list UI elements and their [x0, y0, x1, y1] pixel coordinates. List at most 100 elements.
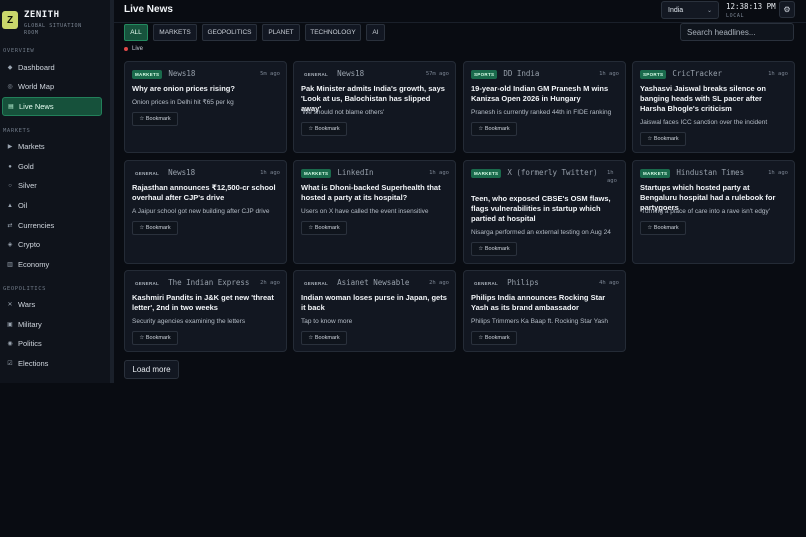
bookmark-button[interactable]: ☆ Bookmark: [301, 122, 347, 136]
sidebar-item-economy[interactable]: ▥ Economy: [2, 256, 102, 273]
news-card[interactable]: MARKETS LinkedIn 1h ago What is Dhoni-back…: [293, 160, 456, 264]
sidebar-item-crypto[interactable]: ◈ Crypto: [2, 236, 102, 253]
card-headline[interactable]: Teen, who exposed CBSE's OSM flaws, flag…: [471, 194, 619, 224]
bookmark-button[interactable]: ☆ Bookmark: [471, 242, 517, 256]
country-select[interactable]: India ⌄: [661, 1, 719, 19]
card-summary: 'Turning a place of care into a rave isn…: [640, 208, 770, 215]
chart-icon: ▶: [7, 144, 13, 150]
bookmark-button[interactable]: ☆ Bookmark: [132, 221, 178, 235]
card-time: 4h ago: [599, 280, 619, 286]
sidebar-scrollbar[interactable]: [110, 0, 114, 383]
tab-markets[interactable]: MARKETS: [153, 24, 197, 41]
news-card[interactable]: MARKETS News18 5m ago Why are onion prices…: [124, 61, 287, 153]
sidebar-item-politics[interactable]: ◉ Politics: [2, 335, 102, 352]
bookmark-button[interactable]: ☆ Bookmark: [471, 122, 517, 136]
card-headline[interactable]: Rajasthan announces ₹12,500-cr school ov…: [132, 183, 280, 203]
bookmark-button[interactable]: ☆ Bookmark: [640, 221, 686, 235]
clock-zone: LOCAL: [726, 13, 745, 19]
category-badge: MARKETS: [640, 169, 671, 178]
sidebar-item-wars[interactable]: ✕ Wars: [2, 296, 102, 313]
sidebar-item-markets[interactable]: ▶ Markets: [2, 138, 102, 155]
news-card[interactable]: MARKETS X (formerly Twitter) 1h ago Teen, …: [463, 160, 626, 264]
dashboard-icon: ◆: [7, 65, 13, 71]
card-headline[interactable]: Indian woman loses purse in Japan, gets …: [301, 293, 449, 313]
tab-ai[interactable]: AI: [366, 24, 385, 41]
news-card[interactable]: GENERAL News18 57m ago Pak Minister admits…: [293, 61, 456, 153]
tab-all[interactable]: ALL: [124, 24, 148, 41]
card-summary: A Jaipur school got new building after C…: [132, 208, 270, 215]
settings-button[interactable]: ⚙: [779, 1, 795, 18]
search-input[interactable]: [680, 23, 794, 41]
card-time: 1h ago: [607, 170, 617, 184]
live-dot-icon: [124, 47, 128, 51]
card-summary: Security agencies examining the letters: [132, 318, 246, 325]
sidebar-item-label: Dashboard: [18, 63, 55, 72]
card-headline[interactable]: Yashasvi Jaiswal breaks silence on bangi…: [640, 84, 788, 114]
category-badge: GENERAL: [135, 281, 160, 286]
app-window: Z ZENITH GLOBAL SITUATION ROOM OVERVIEW …: [0, 0, 806, 537]
bookmark-button[interactable]: ☆ Bookmark: [132, 331, 178, 345]
card-time: 1h ago: [260, 170, 280, 176]
news-card[interactable]: GENERAL Asianet Newsable 2h ago Indian wom…: [293, 270, 456, 352]
news-card[interactable]: MARKETS Hindustan Times 1h ago Startups wh…: [632, 160, 795, 264]
card-time: 2h ago: [260, 280, 280, 286]
sidebar-item-oil[interactable]: ▲ Oil: [2, 197, 102, 214]
card-headline[interactable]: Why are onion prices rising?: [132, 84, 280, 94]
tab-technology[interactable]: TECHNOLOGY: [305, 24, 361, 41]
news-card[interactable]: GENERAL News18 1h ago Rajasthan announces …: [124, 160, 287, 264]
tab-geopolitics[interactable]: GEOPOLITICS: [202, 24, 257, 41]
sidebar-item-label: Wars: [18, 300, 36, 309]
card-time: 1h ago: [429, 170, 449, 176]
bookmark-button[interactable]: ☆ Bookmark: [301, 331, 347, 345]
card-source: CricTracker: [672, 69, 722, 78]
bookmark-button[interactable]: ☆ Bookmark: [640, 132, 686, 146]
sidebar-item-label: Elections: [18, 359, 49, 368]
sidebar-item-silver[interactable]: ○ Silver: [2, 177, 102, 194]
card-source: Philips: [507, 278, 539, 287]
sidebar-item-world-map[interactable]: ◎ World Map: [2, 78, 102, 95]
category-badge: SPORTS: [640, 70, 667, 79]
card-summary: Pranesh is currently ranked 44th in FIDE…: [471, 109, 612, 116]
sidebar-item-label: Markets: [18, 142, 45, 151]
card-headline[interactable]: Philips India announces Rocking Star Yas…: [471, 293, 619, 313]
card-source: News18: [168, 69, 196, 78]
sidebar-item-label: World Map: [18, 82, 55, 91]
news-card[interactable]: GENERAL Philips 4h ago Philips India annou…: [463, 270, 626, 352]
sidebar-item-label: Military: [18, 320, 42, 329]
sidebar-item-gold[interactable]: ● Gold: [2, 158, 102, 175]
card-source: DD India: [503, 69, 540, 78]
sidebar-item-elections[interactable]: ☑ Elections: [2, 355, 102, 372]
card-source: Hindustan Times: [676, 168, 745, 177]
gold-icon: ●: [8, 163, 12, 170]
card-source: LinkedIn: [337, 168, 374, 177]
brand-subtitle: GLOBAL SITUATION ROOM: [24, 23, 82, 36]
card-time: 1h ago: [599, 71, 619, 77]
bookmark-button[interactable]: ☆ Bookmark: [132, 112, 178, 126]
news-card[interactable]: GENERAL The Indian Express 2h ago Kashmiri…: [124, 270, 287, 352]
brand[interactable]: Z ZENITH GLOBAL SITUATION ROOM: [2, 10, 90, 37]
news-card[interactable]: SPORTS DD India 1h ago 19-year-old Indian …: [463, 61, 626, 153]
load-more-button[interactable]: Load more: [124, 360, 179, 379]
category-badge: MARKETS: [132, 70, 163, 79]
sidebar-item-label: Politics: [18, 339, 42, 348]
economy-icon: ▥: [7, 262, 13, 268]
politics-icon: ◉: [7, 341, 13, 347]
card-summary: Jaiswal faces ICC sanction over the inci…: [640, 119, 768, 126]
sidebar-item-label: Live News: [19, 102, 54, 111]
card-headline[interactable]: 19-year-old Indian GM Pranesh M wins Kan…: [471, 84, 619, 104]
gear-icon: ⚙: [783, 5, 791, 14]
category-badge: GENERAL: [135, 171, 160, 176]
brand-name: ZENITH: [24, 10, 60, 20]
sidebar-item-military[interactable]: ▣ Military: [2, 316, 102, 333]
sidebar-item-live-news[interactable]: ▤ Live News: [2, 97, 102, 116]
card-headline[interactable]: Kashmiri Pandits in J&K get new 'threat …: [132, 293, 280, 313]
bookmark-button[interactable]: ☆ Bookmark: [471, 331, 517, 345]
news-card[interactable]: SPORTS CricTracker 1h ago Yashasvi Jaiswal…: [632, 61, 795, 153]
section-overview: OVERVIEW: [3, 48, 35, 54]
sidebar-item-dashboard[interactable]: ◆ Dashboard: [2, 59, 102, 76]
sidebar-item-currencies[interactable]: ⇄ Currencies: [2, 217, 102, 234]
bookmark-button[interactable]: ☆ Bookmark: [301, 221, 347, 235]
logo-icon: Z: [2, 11, 18, 29]
card-headline[interactable]: What is Dhoni-backed Superhealth that ho…: [301, 183, 449, 203]
tab-planet[interactable]: PLANET: [262, 24, 300, 41]
